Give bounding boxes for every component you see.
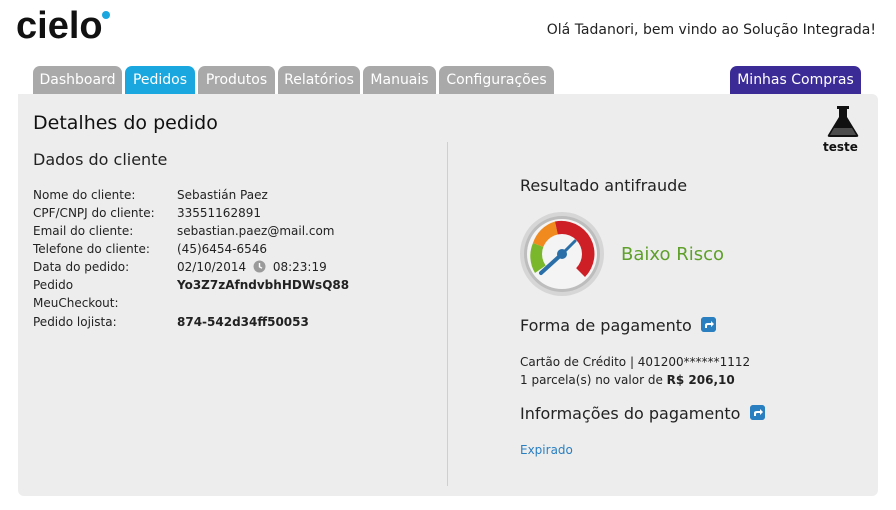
merchant-order-value: 874-542d34ff50053 [177,315,309,329]
order-id-value: Yo3Z7zAfndvbhHDWsQ88 [177,278,350,292]
client-cpf-label: CPF/CNPJ do cliente: [33,206,155,220]
payment-method-section: Forma de pagamento [520,316,716,335]
tab-pedidos[interactable]: Pedidos [125,66,195,94]
tab-configuracoes[interactable]: Configurações [439,66,554,94]
client-phone-label: Telefone do cliente: [33,242,150,256]
client-email-value: sebastian.paez@mail.com [177,224,335,238]
client-section-title: Dados do cliente [33,150,168,169]
share-arrow-icon[interactable] [749,405,765,420]
installments-prefix: 1 parcela(s) no valor de [520,373,663,387]
order-date-value: 02/10/2014 [177,260,247,274]
payment-status-link[interactable]: Expirado [520,443,573,457]
share-arrow-icon[interactable] [700,317,716,332]
page-title: Detalhes do pedido [33,112,218,134]
flask-icon [827,106,859,137]
order-time-value: 08:23:19 [272,260,327,274]
client-phone-value: (45)6454-6546 [177,242,268,256]
tab-relatorios[interactable]: Relatórios [278,66,360,94]
client-email-label: Email do cliente: [33,224,134,238]
client-name-label: Nome do cliente: [33,188,136,202]
minhas-compras-button[interactable]: Minhas Compras [730,66,861,94]
logo-accent-dot [102,11,110,19]
client-cpf-value: 33551162891 [177,206,261,220]
merchant-order-label: Pedido lojista: [33,315,117,329]
order-id-label: Pedido [33,278,74,292]
tab-dashboard[interactable]: Dashboard [33,66,122,94]
antifraud-result: Baixo Risco [621,244,725,265]
order-details-panel: Detalhes do pedido teste Dados do client… [18,94,878,496]
meucheckout-label: MeuCheckout: [33,296,119,310]
test-badge-label: teste [823,140,858,154]
payment-info-section: Informações do pagamento [520,404,765,423]
payment-info-title: Informações do pagamento [520,404,741,423]
card-info: Cartão de Crédito | 401200******1112 [520,355,751,369]
installments-value: R$ 206,10 [666,373,735,387]
cielo-logo: cielo [16,6,110,46]
clock-icon [253,260,266,273]
tab-manuais[interactable]: Manuais [363,66,436,94]
payment-method-title: Forma de pagamento [520,316,692,335]
svg-text:cielo: cielo [16,6,103,46]
column-divider [447,142,448,486]
welcome-message: Olá Tadanori, bem vindo ao Solução Integ… [546,22,876,38]
tab-produtos[interactable]: Produtos [198,66,275,94]
client-name-value: Sebastián Paez [177,188,268,202]
risk-gauge-icon [520,212,604,296]
antifraud-title: Resultado antifraude [520,176,688,195]
installments-info: 1 parcela(s) no valor de R$ 206,10 [520,373,735,387]
order-date-label: Data do pedido: [33,260,130,274]
